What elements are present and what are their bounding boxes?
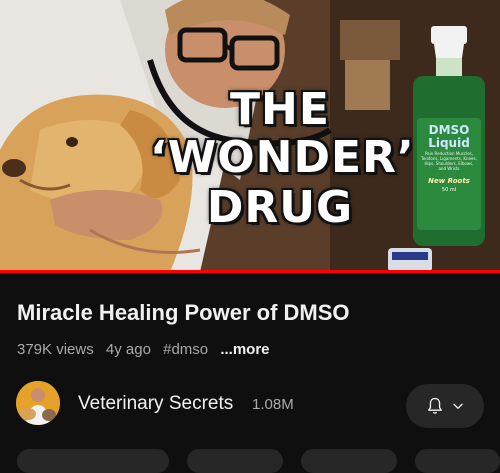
video-title[interactable]: Miracle Healing Power of DMSO xyxy=(17,300,350,326)
download-chip[interactable] xyxy=(415,449,500,473)
product-bottle-label: DMSO Liquid Pain Reduction Muscles, Tend… xyxy=(417,118,481,230)
upload-age: 4y ago xyxy=(105,341,151,358)
bottle-brand: New Roots xyxy=(428,177,470,186)
like-dislike-chip[interactable] xyxy=(17,449,169,473)
share-chip[interactable] xyxy=(187,449,283,473)
channel-avatar[interactable] xyxy=(16,381,60,425)
video-thumbnail[interactable]: THE ‘WONDER’ DRUG DMSO Liquid Pain Reduc… xyxy=(0,0,500,272)
video-progress-bar[interactable] xyxy=(0,270,500,273)
more-description-link[interactable]: ...more xyxy=(220,341,269,358)
remix-chip[interactable] xyxy=(301,449,397,473)
notification-bell-button[interactable] xyxy=(406,384,484,428)
headline-line-1: THE xyxy=(230,84,330,135)
headline-line-3: DRUG xyxy=(206,182,354,233)
subscriber-count: 1.08M xyxy=(252,396,294,413)
chevron-down-icon xyxy=(453,403,463,409)
bottle-size: 50 ml xyxy=(441,187,457,194)
headline-line-2: ‘WONDER’ xyxy=(150,132,415,183)
bottle-name: DMSO xyxy=(428,123,470,137)
video-meta-row[interactable]: 379K views 4y ago #dmso ...more xyxy=(17,341,278,358)
channel-name[interactable]: Veterinary Secrets xyxy=(78,393,233,415)
bell-icon xyxy=(428,397,442,414)
thumbnail-headline: THE ‘WONDER’ DRUG xyxy=(150,84,415,233)
view-count: 379K views xyxy=(17,341,94,358)
video-progress-fill xyxy=(0,270,500,273)
bottle-product: Liquid xyxy=(428,135,470,150)
bottle-fine-print: Pain Reduction Muscles, Tendons, Ligamen… xyxy=(421,151,477,171)
hashtag-link[interactable]: #dmso xyxy=(163,341,208,358)
channel-avatar-icon xyxy=(16,381,60,425)
